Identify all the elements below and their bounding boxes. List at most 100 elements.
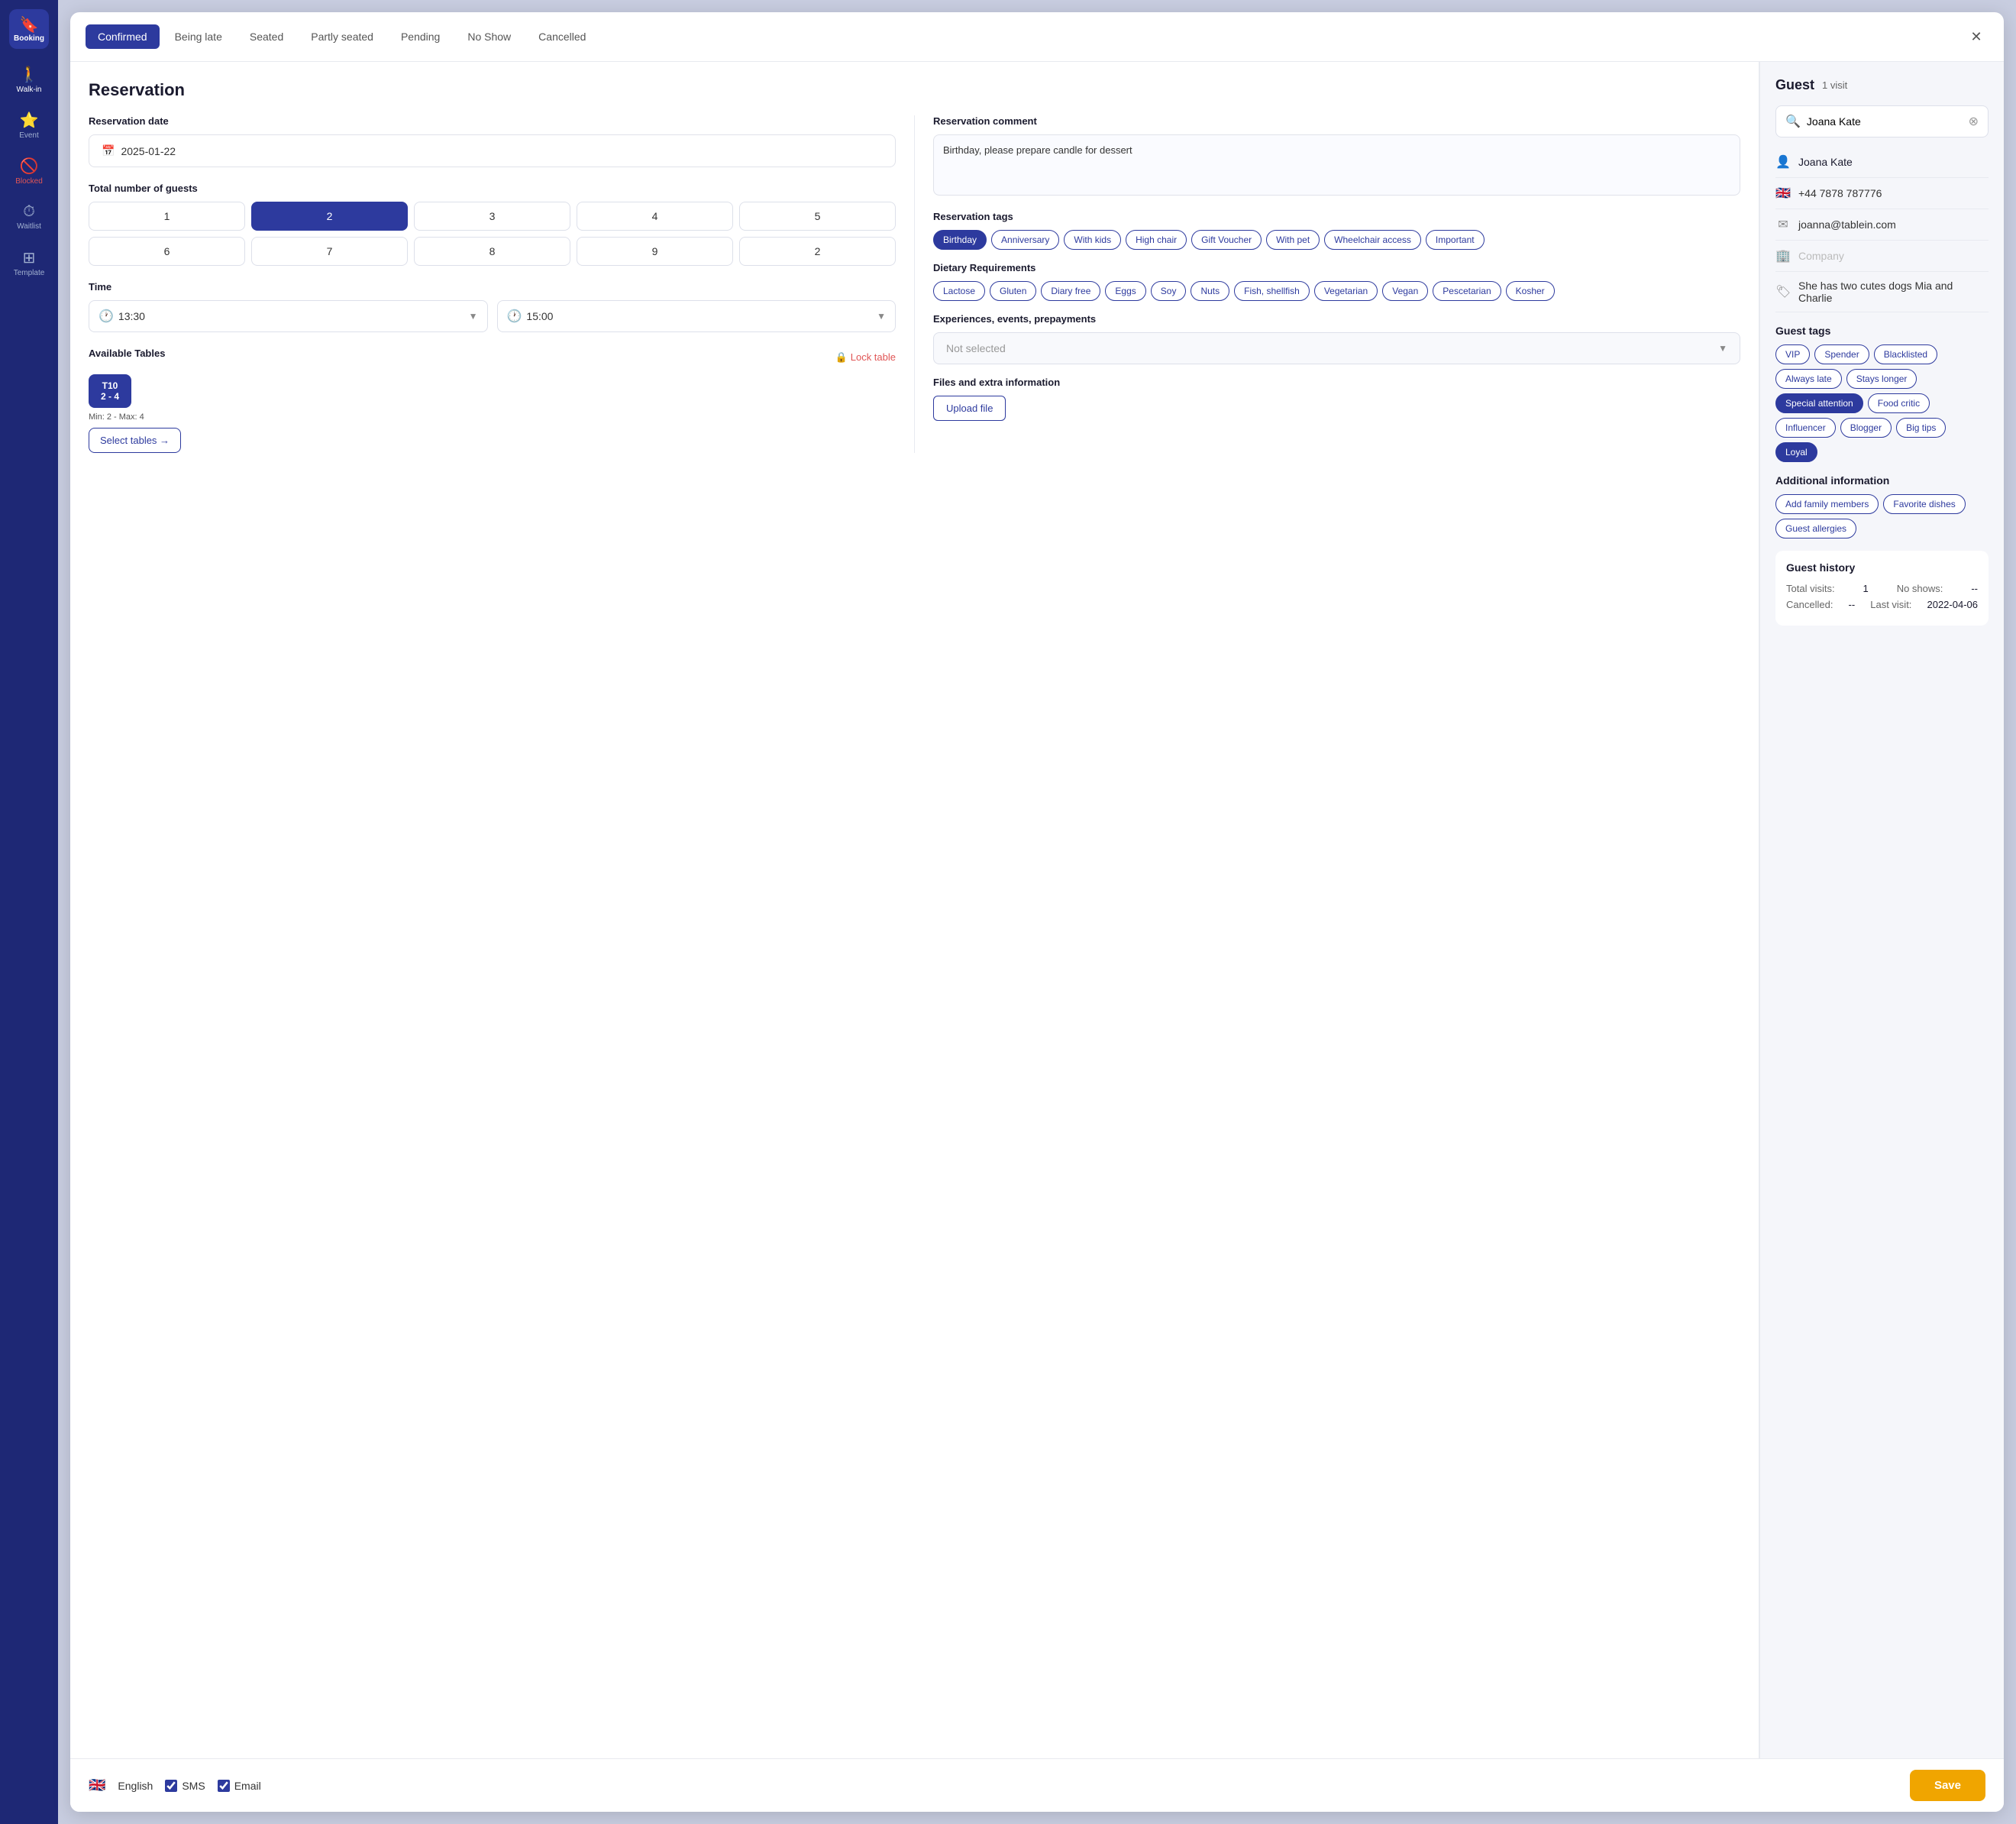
sidebar-item-waitlist[interactable]: ⏱ Waitlist xyxy=(6,196,52,238)
tag-gift-voucher[interactable]: Gift Voucher xyxy=(1191,230,1262,250)
language-flag: 🇬🇧 xyxy=(89,1777,105,1793)
last-visit-label: Last visit: xyxy=(1870,599,1911,610)
lock-table-button[interactable]: 🔒 Lock table xyxy=(835,351,896,364)
guest-count-2[interactable]: 2 xyxy=(251,202,408,231)
gtag-vip[interactable]: VIP xyxy=(1775,344,1810,364)
dietary-soy[interactable]: Soy xyxy=(1151,281,1187,301)
email-checkbox-wrap[interactable]: Email xyxy=(218,1780,261,1792)
template-label: Template xyxy=(14,269,45,277)
gtag-spender[interactable]: Spender xyxy=(1814,344,1869,364)
clear-search-button[interactable]: ⊗ xyxy=(1969,114,1979,129)
sidebar-item-blocked[interactable]: 🚫 Blocked xyxy=(6,150,52,192)
email-checkbox[interactable] xyxy=(218,1780,230,1792)
guest-allergies-tag[interactable]: Guest allergies xyxy=(1775,519,1856,538)
table-min-max: Min: 2 - Max: 4 xyxy=(89,412,896,422)
guest-search-input[interactable] xyxy=(1807,115,1963,128)
tag-anniversary[interactable]: Anniversary xyxy=(991,230,1059,250)
dietary-kosher[interactable]: Kosher xyxy=(1506,281,1555,301)
guest-count-8[interactable]: 8 xyxy=(414,237,570,266)
gtag-special-attention[interactable]: Special attention xyxy=(1775,393,1863,413)
sidebar-logo[interactable]: 🔖 Booking xyxy=(9,9,49,49)
add-family-members-tag[interactable]: Add family members xyxy=(1775,494,1879,514)
additional-info-title: Additional information xyxy=(1775,474,1989,487)
guest-count-9[interactable]: 9 xyxy=(577,237,733,266)
tab-partly-seated[interactable]: Partly seated xyxy=(299,24,386,49)
blocked-label: Blocked xyxy=(15,177,43,186)
guest-note: She has two cutes dogs Mia and Charlie xyxy=(1798,280,1989,304)
dietary-pescetarian[interactable]: Pescetarian xyxy=(1433,281,1501,301)
gtag-blacklisted[interactable]: Blacklisted xyxy=(1874,344,1937,364)
dietary-gluten[interactable]: Gluten xyxy=(990,281,1036,301)
guest-count-6[interactable]: 6 xyxy=(89,237,245,266)
tag-with-pet[interactable]: With pet xyxy=(1266,230,1320,250)
chevron-down-start: ▼ xyxy=(469,311,478,322)
sms-checkbox[interactable] xyxy=(165,1780,177,1792)
time-end-select[interactable]: 15:00 xyxy=(526,310,872,322)
date-box[interactable]: 📅 2025-01-22 xyxy=(89,134,896,167)
gtag-loyal[interactable]: Loyal xyxy=(1775,442,1817,462)
gtag-big-tips[interactable]: Big tips xyxy=(1896,418,1946,438)
comment-box[interactable]: Birthday, please prepare candle for dess… xyxy=(933,134,1740,196)
tag-wheelchair[interactable]: Wheelchair access xyxy=(1324,230,1421,250)
tag-high-chair[interactable]: High chair xyxy=(1126,230,1187,250)
dietary-eggs[interactable]: Eggs xyxy=(1105,281,1145,301)
guest-count-grid: 1 2 3 4 5 6 7 8 9 2 xyxy=(89,202,896,266)
tab-cancelled[interactable]: Cancelled xyxy=(526,24,598,49)
time-end-wrap[interactable]: 🕐 15:00 ▼ xyxy=(497,300,897,332)
dietary-diary-free[interactable]: Diary free xyxy=(1041,281,1100,301)
guest-count-7[interactable]: 7 xyxy=(251,237,408,266)
person-icon: 👤 xyxy=(1775,154,1791,170)
guest-count-5[interactable]: 5 xyxy=(739,202,896,231)
walkin-icon: 🚶 xyxy=(20,65,39,84)
time-start-wrap[interactable]: 🕐 13:30 ▼ xyxy=(89,300,488,332)
upload-file-button[interactable]: Upload file xyxy=(933,396,1006,421)
tag-birthday[interactable]: Birthday xyxy=(933,230,987,250)
experiences-select[interactable]: Not selected ▼ xyxy=(933,332,1740,364)
clock-icon-start: 🕐 xyxy=(99,309,114,324)
event-icon: ⭐ xyxy=(20,111,39,130)
sms-checkbox-wrap[interactable]: SMS xyxy=(165,1780,205,1792)
dietary-fish-shellfish[interactable]: Fish, shellfish xyxy=(1234,281,1310,301)
experiences-label: Experiences, events, prepayments xyxy=(933,313,1740,325)
guest-tags-title: Guest tags xyxy=(1775,325,1989,337)
gtag-always-late[interactable]: Always late xyxy=(1775,369,1842,389)
reservation-left-col: Reservation date 📅 2025-01-22 Total numb… xyxy=(89,115,915,453)
close-button[interactable]: ✕ xyxy=(1964,24,1989,49)
tab-seated[interactable]: Seated xyxy=(237,24,296,49)
guest-search-box[interactable]: 🔍 ⊗ xyxy=(1775,105,1989,137)
main-area: Confirmed Being late Seated Partly seate… xyxy=(58,0,2016,1824)
tab-confirmed[interactable]: Confirmed xyxy=(86,24,160,49)
dietary-vegetarian[interactable]: Vegetarian xyxy=(1314,281,1378,301)
sidebar-item-walkin[interactable]: 🚶 Walk-in xyxy=(6,58,52,101)
dietary-lactose[interactable]: Lactose xyxy=(933,281,985,301)
time-start-select[interactable]: 13:30 xyxy=(118,310,464,322)
tab-pending[interactable]: Pending xyxy=(389,24,452,49)
tab-no-show[interactable]: No Show xyxy=(455,24,523,49)
dietary-nuts[interactable]: Nuts xyxy=(1191,281,1229,301)
tables-label: Available Tables xyxy=(89,348,165,359)
guest-count-4[interactable]: 4 xyxy=(577,202,733,231)
select-tables-button[interactable]: Select tables → xyxy=(89,428,181,453)
tab-being-late[interactable]: Being late xyxy=(163,24,234,49)
tag-important[interactable]: Important xyxy=(1426,230,1485,250)
sidebar-item-template[interactable]: ⊞ Template xyxy=(6,241,52,284)
tag-with-kids[interactable]: With kids xyxy=(1064,230,1121,250)
sidebar-item-event[interactable]: ⭐ Event xyxy=(6,104,52,147)
guest-name: Joana Kate xyxy=(1798,156,1853,168)
reservation-title: Reservation xyxy=(89,80,1740,100)
reservation-right-col: Reservation comment Birthday, please pre… xyxy=(933,115,1740,453)
guest-count-plus[interactable]: 2 xyxy=(739,237,896,266)
guest-count-3[interactable]: 3 xyxy=(414,202,570,231)
gtag-blogger[interactable]: Blogger xyxy=(1840,418,1892,438)
gtag-stays-longer[interactable]: Stays longer xyxy=(1846,369,1917,389)
event-label: Event xyxy=(19,131,39,140)
gtag-food-critic[interactable]: Food critic xyxy=(1868,393,1930,413)
save-button[interactable]: Save xyxy=(1910,1770,1985,1801)
chevron-down-end: ▼ xyxy=(877,311,886,322)
guest-email: joanna@tablein.com xyxy=(1798,218,1896,231)
favorite-dishes-tag[interactable]: Favorite dishes xyxy=(1883,494,1965,514)
dietary-vegan[interactable]: Vegan xyxy=(1382,281,1428,301)
template-icon: ⊞ xyxy=(23,248,36,267)
gtag-influencer[interactable]: Influencer xyxy=(1775,418,1836,438)
guest-count-1[interactable]: 1 xyxy=(89,202,245,231)
